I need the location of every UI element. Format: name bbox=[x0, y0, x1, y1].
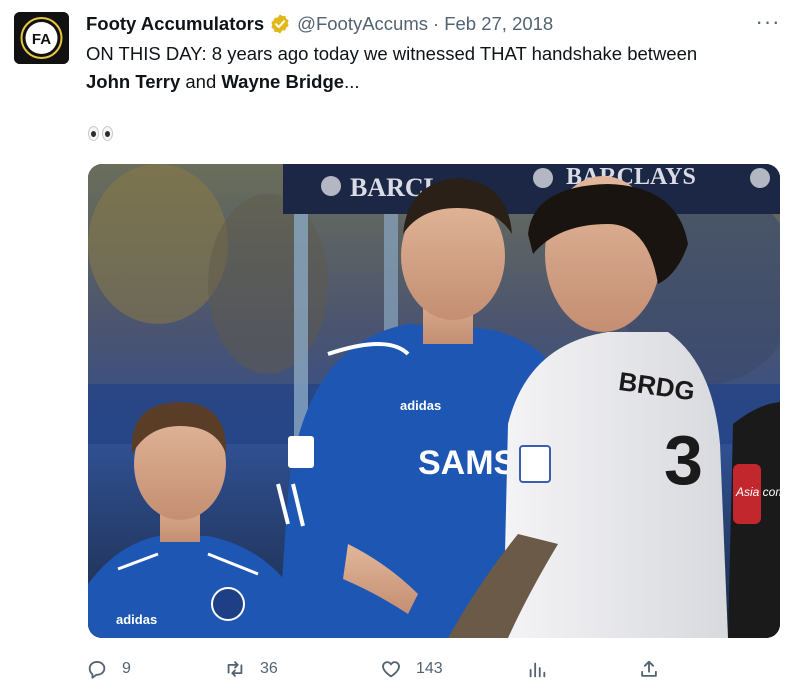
tweet-actions: 9 36 143 bbox=[86, 652, 686, 686]
share-button[interactable] bbox=[638, 652, 660, 686]
edge-player-figure: Asia com bbox=[728, 402, 780, 638]
kid-shirt-brand: adidas bbox=[116, 612, 157, 627]
views-button[interactable] bbox=[526, 652, 548, 686]
sleeve-badge-text: Asia com bbox=[735, 485, 780, 499]
avatar-monogram: FA bbox=[32, 31, 51, 48]
tweet-text-line1: ON THIS DAY: 8 years ago today we witnes… bbox=[86, 43, 698, 64]
tweet-text: ON THIS DAY: 8 years ago today we witnes… bbox=[86, 40, 776, 96]
eye-right-icon bbox=[102, 126, 113, 141]
eyes-emoji-icon bbox=[88, 126, 113, 142]
like-count: 143 bbox=[416, 660, 443, 677]
eye-left-icon bbox=[88, 126, 99, 141]
retweet-button[interactable]: 36 bbox=[224, 652, 278, 686]
away-shirt-number: 3 bbox=[664, 421, 703, 499]
shirt-sponsor: SAMS bbox=[418, 444, 516, 482]
more-options-icon: ··· bbox=[755, 9, 781, 34]
tweet-text-ellipsis: ... bbox=[344, 71, 360, 92]
like-button[interactable]: 143 bbox=[380, 652, 443, 686]
mention-john-terry: John Terry bbox=[86, 71, 181, 92]
tweet-photo[interactable]: BARCL BARCLAYS adidas SAMS adidas BRDG 3… bbox=[88, 164, 780, 638]
analytics-icon bbox=[529, 662, 546, 678]
reply-icon bbox=[88, 661, 106, 679]
header-separator: · bbox=[433, 13, 440, 34]
chelsea-crest-icon bbox=[211, 587, 245, 621]
footy-accumulators-logo-icon: FA bbox=[14, 12, 69, 64]
tweet-text-joiner: and bbox=[185, 71, 217, 92]
reply-button[interactable]: 9 bbox=[86, 652, 131, 686]
tweet-card: FA Footy Accumulators @FootyAccums · Feb… bbox=[0, 0, 800, 697]
tweet-date[interactable]: Feb 27, 2018 bbox=[444, 13, 553, 35]
author-handle[interactable]: @FootyAccums bbox=[297, 13, 428, 35]
author-avatar[interactable]: FA bbox=[14, 12, 69, 64]
retweet-count: 36 bbox=[260, 660, 278, 677]
handshake-photo-illustration: BARCL BARCLAYS adidas SAMS adidas BRDG 3… bbox=[88, 164, 780, 638]
premier-league-badge-icon bbox=[288, 436, 314, 468]
more-options-button[interactable]: ··· bbox=[755, 10, 781, 34]
reply-count: 9 bbox=[122, 660, 131, 677]
share-icon bbox=[641, 660, 657, 677]
verified-badge-icon[interactable] bbox=[269, 13, 291, 35]
author-display-name[interactable]: Footy Accumulators bbox=[86, 13, 264, 35]
tweet-header: Footy Accumulators @FootyAccums · Feb 27… bbox=[86, 12, 553, 36]
eagle-logo-left-icon bbox=[321, 176, 341, 196]
retweet-icon bbox=[227, 661, 243, 677]
eagle-logo-far-icon bbox=[750, 168, 770, 188]
mention-wayne-bridge: Wayne Bridge bbox=[221, 71, 345, 92]
shirt-brand: adidas bbox=[400, 398, 441, 413]
away-sleeve-badge-icon bbox=[519, 445, 551, 483]
heart-icon bbox=[382, 661, 400, 678]
eagle-logo-right-icon bbox=[533, 168, 553, 188]
